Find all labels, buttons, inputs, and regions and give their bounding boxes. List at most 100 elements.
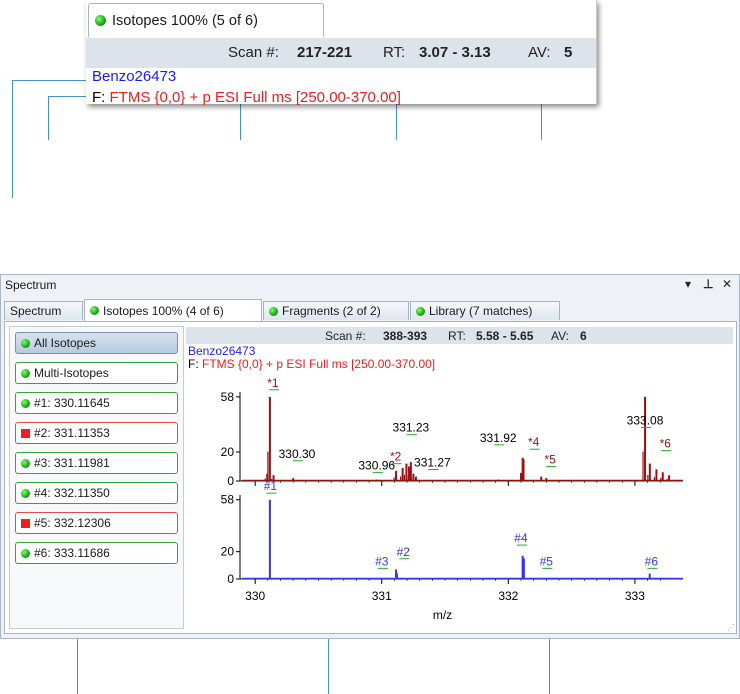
callout-line-filter-v [48, 96, 49, 140]
isotope-button[interactable]: #1: 330.11645 [15, 392, 178, 414]
rt-label: RT: [448, 329, 466, 343]
zoom-compound-name: Benzo26473 [92, 68, 177, 85]
zoom-rt-label: RT: [383, 44, 406, 61]
window-titlebar: Spectrum ▾ ⊥ ✕ [1, 275, 739, 295]
zoom-scan-label: Scan #: [228, 44, 279, 61]
callout-line-compound-h [12, 80, 90, 81]
x-tick-label: 333 [625, 589, 645, 603]
y-tick-label: 0 [227, 474, 234, 488]
isotope-marker-label: *4 [528, 435, 540, 449]
scan-label: Scan #: [325, 329, 366, 343]
peak-mass-label: 333.08 [627, 413, 664, 427]
filter-line: F: FTMS {0,0} + p ESI Full ms [250.00-37… [188, 357, 435, 371]
x-tick-label: 331 [372, 589, 392, 603]
callout-line-compound-v [12, 80, 13, 198]
tab-isotopes[interactable]: Isotopes 100% (4 of 6) [84, 299, 262, 321]
isotope-marker-label: *1 [267, 376, 279, 390]
zoom-scan-value: 217-221 [297, 44, 353, 61]
peak-mass-label: 330.30 [279, 447, 316, 461]
isotope-button[interactable]: Multi-Isotopes [15, 362, 178, 384]
isotope-button[interactable]: #6: 333.11686 [15, 542, 178, 564]
isotope-button[interactable]: #5: 332.12306 [15, 512, 178, 534]
status-ok-icon [21, 368, 30, 378]
tab-fragments[interactable]: Fragments (2 of 2) [263, 301, 409, 320]
y-tick-label: 58 [221, 390, 235, 404]
status-ok-icon [21, 398, 30, 408]
status-ok-icon [21, 548, 30, 558]
status-fail-icon [21, 518, 30, 528]
isotope-label: #2: 331.11353 [34, 426, 110, 440]
isotope-list-panel: All Isotopes Multi-Isotopes #1: 330.11645 #… [9, 326, 184, 629]
zoom-av-label: AV: [528, 44, 551, 61]
rt-value: 5.58 - 5.65 [476, 329, 534, 343]
status-ok-icon [21, 458, 30, 468]
close-icon[interactable]: ✕ [722, 277, 732, 291]
compound-name: Benzo26473 [188, 344, 256, 358]
status-ok-icon [90, 306, 99, 315]
zoom-filter-prefix: F: [92, 89, 106, 106]
zoom-filter-line: F: FTMS {0,0} + p ESI Full ms [250.00-37… [92, 89, 401, 106]
status-fail-icon [21, 428, 30, 438]
isotope-label: #4: 332.11350 [34, 486, 110, 500]
isotope-button[interactable]: All Isotopes [15, 332, 178, 354]
isotope-marker-label: *6 [660, 437, 672, 451]
pin-icon[interactable]: ⊥ [703, 277, 713, 291]
zoom-tab-label: Isotopes 100% (5 of 6) [112, 12, 258, 29]
isotope-button[interactable]: #3: 331.11981 [15, 452, 178, 474]
isotope-number-label: #4 [514, 531, 528, 545]
isotope-number-label: #2 [397, 545, 411, 559]
tab-label: Isotopes 100% (4 of 6) [103, 303, 224, 318]
filter-prefix: F: [188, 357, 199, 371]
isotopes-tab-content: All Isotopes Multi-Isotopes #1: 330.11645 #… [4, 321, 737, 634]
status-ok-icon [269, 306, 278, 316]
zoom-rt-value: 3.07 - 3.13 [419, 44, 491, 61]
y-tick-label: 20 [221, 545, 235, 559]
status-ok-icon [416, 306, 425, 316]
callout-line-filter-h [48, 96, 88, 97]
status-ok-icon [95, 15, 106, 26]
isotope-marker-label: *5 [544, 453, 556, 467]
y-tick-label: 20 [221, 445, 235, 459]
tab-label: Library (7 matches) [429, 304, 533, 318]
dropdown-arrow-icon[interactable]: ▾ [685, 277, 691, 291]
resize-grip-icon[interactable]: ⋰ [727, 623, 735, 632]
scan-info-bar: Scan #: 388-393 RT: 5.58 - 5.65 AV: 6 [186, 327, 733, 344]
isotope-marker-label: *2 [390, 450, 402, 464]
isotope-number-label: #5 [540, 554, 554, 568]
isotope-number-label: #6 [645, 554, 659, 568]
av-value: 6 [580, 329, 587, 343]
filter-value: FTMS {0,0} + p ESI Full ms [250.00-370.0… [202, 357, 436, 371]
zoom-av-value: 5 [564, 44, 573, 61]
isotope-label: #5: 332.12306 [34, 516, 111, 530]
x-tick-label: 330 [245, 589, 265, 603]
status-ok-icon [21, 488, 30, 498]
y-tick-label: 58 [221, 493, 235, 507]
x-axis-label: m/z [433, 608, 452, 622]
scan-value: 388-393 [383, 329, 428, 343]
x-tick-label: 332 [498, 589, 518, 603]
isotope-button[interactable]: #4: 332.11350 [15, 482, 178, 504]
tab-label: Fragments (2 of 2) [282, 304, 381, 318]
y-tick-label: 0 [227, 572, 234, 586]
peak-mass-label: 331.27 [414, 456, 451, 470]
window-title: Spectrum [5, 278, 57, 292]
isotope-number-label: #1 [264, 479, 278, 493]
isotope-button[interactable]: #2: 331.11353 [15, 422, 178, 444]
isotope-label: #6: 333.11686 [34, 546, 110, 560]
spectrum-window: Spectrum ▾ ⊥ ✕ Spectrum Isotopes 100% (4… [0, 274, 740, 639]
isotope-label: All Isotopes [34, 336, 97, 350]
tab-strip: Spectrum Isotopes 100% (4 of 6) Fragment… [4, 299, 734, 321]
isotope-number-label: #3 [375, 554, 389, 568]
peak-mass-label: 331.23 [393, 421, 430, 435]
peak-mass-label: 331.92 [480, 431, 517, 445]
zoom-tab-isotopes[interactable]: Isotopes 100% (5 of 6) [88, 3, 324, 37]
isotope-spectrum-chart: 02058*1330.30330.96*2331.23331.27331.92 *… [221, 376, 683, 622]
isotope-label: #1: 330.11645 [34, 396, 110, 410]
zoom-scan-info-bar: Scan #: 217-221 RT: 3.07 - 3.13 AV: 5 [86, 38, 596, 68]
av-label: AV: [551, 329, 570, 343]
tab-spectrum[interactable]: Spectrum [4, 301, 83, 320]
zoomed-header-callout: Isotopes 100% (5 of 6) Scan #: 217-221 R… [86, 0, 597, 106]
isotope-label: #3: 331.11981 [34, 456, 110, 470]
tab-library[interactable]: Library (7 matches) [410, 301, 560, 320]
tab-label: Spectrum [10, 304, 62, 318]
